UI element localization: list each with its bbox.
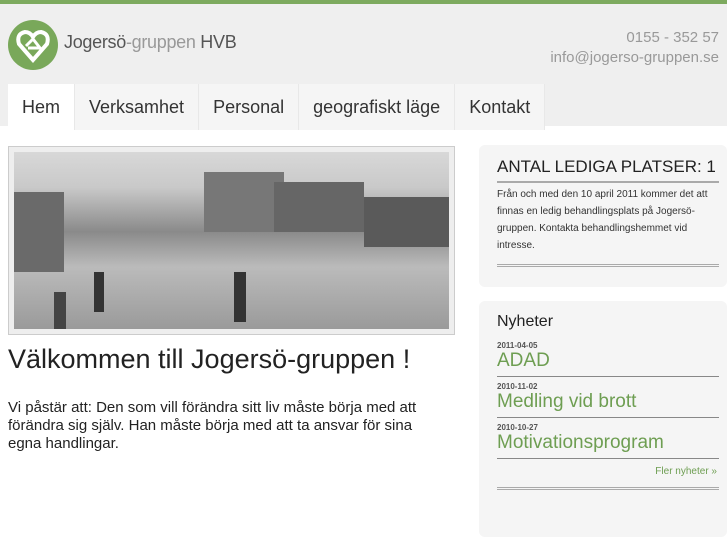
news-link[interactable]: Medling vid brott: [497, 391, 719, 413]
phone: 0155 - 352 57: [626, 29, 719, 46]
nav-verksamhet[interactable]: Verksamhet: [75, 84, 200, 130]
news-link[interactable]: Motivationsprogram: [497, 432, 719, 454]
page-title: Välkommen till Jogersö-gruppen !: [8, 344, 411, 374]
news-box: Nyheter 2011-04-05 ADAD 2010-11-02 Medli…: [479, 301, 727, 537]
news-link[interactable]: ADAD: [497, 350, 719, 372]
news-item: 2010-11-02 Medling vid brott: [497, 382, 719, 418]
news-title: Nyheter: [497, 313, 554, 330]
divider: [497, 264, 719, 267]
intro-text: Vi påstär att: Den som vill förändra sit…: [8, 399, 417, 452]
hero-image: [8, 146, 455, 335]
vacancies-box: ANTAL LEDIGA PLATSER: 1 Från och med den…: [479, 145, 727, 287]
vacancies-title: ANTAL LEDIGA PLATSER: 1: [497, 145, 719, 183]
nav-hem[interactable]: Hem: [8, 84, 76, 130]
vacancies-text: Från och med den 10 april 2011 kommer de…: [497, 189, 708, 251]
news-item: 2010-10-27 Motivationsprogram: [497, 423, 719, 459]
news-date: 2011-04-05: [497, 341, 538, 350]
divider: [497, 487, 719, 490]
logo-icon[interactable]: [8, 20, 58, 70]
nav-geografiskt-lage[interactable]: geografiskt läge: [299, 84, 456, 130]
news-date: 2010-10-27: [497, 423, 538, 432]
nav-personal[interactable]: Personal: [199, 84, 300, 130]
news-item: 2011-04-05 ADAD: [497, 341, 719, 377]
site-name[interactable]: Jogersö-gruppen HVB: [64, 32, 237, 53]
more-news-link[interactable]: Fler nyheter »: [497, 464, 719, 487]
contact-info: 0155 - 352 57 info@jogerso-gruppen.se: [550, 28, 719, 68]
news-date: 2010-11-02: [497, 382, 538, 391]
header: Jogersö-gruppen HVB 0155 - 352 57 info@j…: [0, 4, 727, 130]
main-nav: Hem Verksamhet Personal geografiskt läge…: [8, 84, 546, 130]
nav-kontakt[interactable]: Kontakt: [455, 84, 546, 130]
email-link[interactable]: info@jogerso-gruppen.se: [550, 48, 719, 68]
